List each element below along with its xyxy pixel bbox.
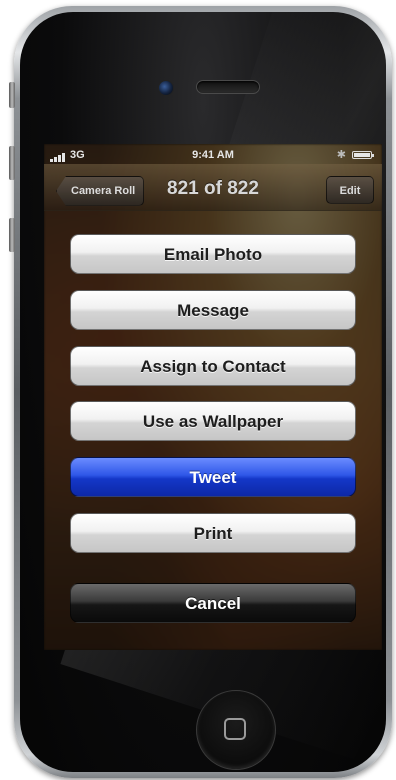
home-button[interactable] xyxy=(196,690,276,770)
print-button[interactable]: Print xyxy=(70,513,356,553)
email-photo-button[interactable]: Email Photo xyxy=(70,234,356,274)
phone-screen: 3G 9:41 AM ✱ Camera Roll 821 of 822 Edit… xyxy=(44,144,382,650)
battery-icon xyxy=(352,151,374,159)
home-button-icon xyxy=(224,718,246,740)
assign-to-contact-button[interactable]: Assign to Contact xyxy=(70,346,356,386)
navigation-bar: Camera Roll 821 of 822 Edit xyxy=(44,164,382,211)
action-sheet-dim-overlay xyxy=(44,144,382,650)
volume-up-button xyxy=(9,146,15,180)
use-as-wallpaper-button[interactable]: Use as Wallpaper xyxy=(70,401,356,441)
message-button[interactable]: Message xyxy=(70,290,356,330)
cancel-button[interactable]: Cancel xyxy=(70,583,356,623)
volume-down-button xyxy=(9,218,15,252)
earpiece-speaker xyxy=(196,80,260,94)
edit-button[interactable]: Edit xyxy=(326,176,374,204)
status-time: 9:41 AM xyxy=(192,149,234,161)
mute-switch xyxy=(9,82,15,108)
front-camera xyxy=(158,80,174,96)
bluetooth-icon: ✱ xyxy=(336,149,346,161)
status-bar: 3G 9:41 AM ✱ xyxy=(44,144,382,164)
tweet-button[interactable]: Tweet xyxy=(70,457,356,497)
